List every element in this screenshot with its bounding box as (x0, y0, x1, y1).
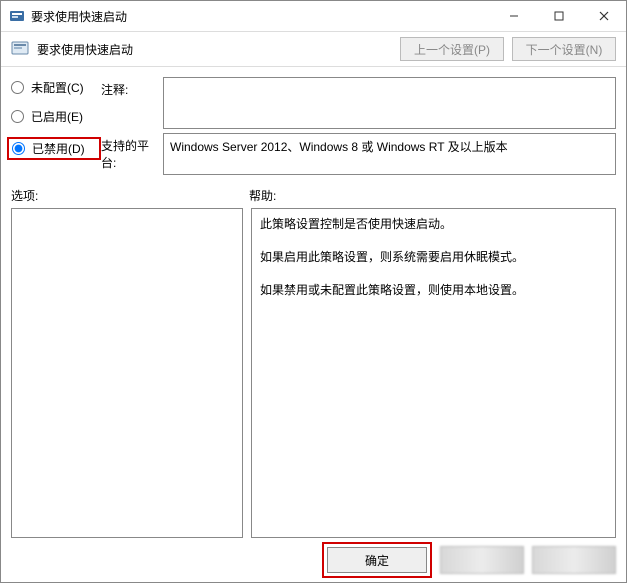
next-setting-button[interactable]: 下一个设置(N) (512, 37, 616, 61)
radio-not-configured-label: 未配置(C) (31, 79, 84, 96)
highlight-ok: 确定 (322, 542, 432, 578)
state-radio-group: 未配置(C) 已启用(E) 已禁用(D) (11, 77, 101, 179)
highlight-disabled: 已禁用(D) (7, 137, 101, 160)
footer: 确定 (1, 538, 626, 582)
radio-disabled-input[interactable] (12, 142, 25, 155)
radio-enabled-label: 已启用(E) (31, 108, 83, 125)
help-paragraph: 此策略设置控制是否使用快速启动。 (260, 215, 607, 234)
comment-input[interactable] (163, 77, 616, 129)
help-paragraph: 如果启用此策略设置，则系统需要启用休眠模式。 (260, 248, 607, 267)
subheader: 要求使用快速启动 上一个设置(P) 下一个设置(N) (1, 32, 626, 66)
radio-not-configured-input[interactable] (11, 81, 24, 94)
supported-row: 支持的平台: Windows Server 2012、Windows 8 或 W… (101, 133, 616, 175)
comment-row: 注释: (101, 77, 616, 129)
app-icon (9, 8, 25, 24)
policy-icon (11, 40, 29, 58)
panes: 此策略设置控制是否使用快速启动。 如果启用此策略设置，则系统需要启用休眠模式。 … (1, 208, 626, 538)
configuration-area: 未配置(C) 已启用(E) 已禁用(D) 注释: 支持的平台: Wi (1, 71, 626, 179)
help-paragraph: 如果禁用或未配置此策略设置，则使用本地设置。 (260, 281, 607, 300)
window-controls (491, 1, 626, 31)
radio-disabled[interactable]: 已禁用(D) (12, 140, 96, 157)
dialog-window: 要求使用快速启动 要求使用快速启动 上一个 (0, 0, 627, 583)
radio-disabled-label: 已禁用(D) (32, 140, 85, 157)
obscured-button[interactable] (532, 546, 616, 574)
obscured-button[interactable] (440, 546, 524, 574)
window-title: 要求使用快速启动 (31, 8, 491, 25)
previous-setting-button[interactable]: 上一个设置(P) (400, 37, 504, 61)
supported-label: 支持的平台: (101, 133, 163, 171)
divider (1, 66, 626, 67)
section-labels: 选项: 帮助: (1, 179, 626, 208)
supported-platforms-text: Windows Server 2012、Windows 8 或 Windows … (170, 140, 508, 154)
fields-column: 注释: 支持的平台: Windows Server 2012、Windows 8… (101, 77, 616, 179)
help-pane: 此策略设置控制是否使用快速启动。 如果启用此策略设置，则系统需要启用休眠模式。 … (251, 208, 616, 538)
titlebar: 要求使用快速启动 (1, 1, 626, 32)
radio-enabled-input[interactable] (11, 110, 24, 123)
comment-label: 注释: (101, 77, 163, 98)
radio-not-configured[interactable]: 未配置(C) (11, 79, 101, 96)
close-button[interactable] (581, 1, 626, 31)
options-label: 选项: (11, 187, 249, 204)
maximize-button[interactable] (536, 1, 581, 31)
options-pane (11, 208, 243, 538)
minimize-button[interactable] (491, 1, 536, 31)
policy-title: 要求使用快速启动 (37, 41, 392, 58)
radio-enabled[interactable]: 已启用(E) (11, 108, 101, 125)
supported-platforms-box: Windows Server 2012、Windows 8 或 Windows … (163, 133, 616, 175)
ok-button[interactable]: 确定 (327, 547, 427, 573)
help-label: 帮助: (249, 187, 616, 204)
